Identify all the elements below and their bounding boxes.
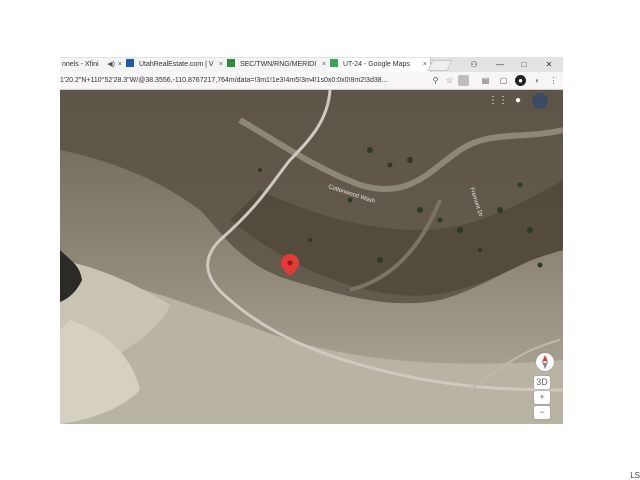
zoom-in-button[interactable]: + [534, 391, 550, 404]
zoom-out-button[interactable]: − [534, 406, 550, 419]
close-icon[interactable]: × [322, 58, 326, 72]
extension-icon[interactable] [458, 75, 469, 86]
tab-label: UtahRealEstate.com | V [138, 61, 214, 68]
notifications-icon[interactable]: ● [512, 95, 524, 107]
close-icon[interactable]: × [423, 58, 427, 72]
tab-label: SEC/TWN/RNG/MERIDI [239, 61, 317, 68]
apps-grid-icon[interactable]: ⋮⋮ [488, 95, 508, 107]
satellite-imagery: Cottonwood Wash Fremont Dr [60, 90, 563, 424]
close-icon[interactable]: × [219, 58, 223, 72]
search-icon[interactable]: ⚲ [430, 75, 441, 86]
tab-sec-twn-rng[interactable]: SEC/TWN/RNG/MERIDI × [225, 58, 330, 72]
window-close-icon[interactable]: ✕ [537, 57, 561, 72]
new-tab-button[interactable] [427, 60, 453, 71]
avatar[interactable] [532, 93, 548, 109]
url-field[interactable]: 1'20.2"N+110°52'28.3"W/@38.3556,-110.876… [60, 74, 430, 87]
tab-google-maps[interactable]: UT-24 - Google Maps × [328, 58, 431, 72]
profile-icon[interactable]: ⚇ [462, 57, 486, 72]
browser-window: nnels - Xfini ◀) × UtahRealEstate.com | … [60, 57, 563, 424]
extension-icon[interactable]: ◐ [532, 75, 543, 86]
tab-xfinity[interactable]: nnels - Xfini ◀) × [60, 58, 126, 72]
utahrealestate-favicon-icon [126, 59, 134, 67]
tab-label: UT-24 - Google Maps [342, 61, 410, 68]
tab-utahrealestate[interactable]: UtahRealEstate.com | V × [124, 58, 227, 72]
maximize-icon[interactable]: □ [512, 57, 536, 72]
satellite-map[interactable]: Cottonwood Wash Fremont Dr ⋮⋮ ● 3D + − [60, 90, 563, 424]
speaker-icon: ◀) [107, 61, 115, 68]
3d-button[interactable]: 3D [534, 376, 550, 389]
tab-label: nnels - Xfini [62, 61, 99, 68]
maps-favicon-icon [227, 59, 235, 67]
close-icon[interactable]: × [118, 58, 122, 72]
tab-bar: nnels - Xfini ◀) × UtahRealEstate.com | … [60, 57, 563, 72]
bookmark-star-icon[interactable]: ☆ [444, 75, 455, 86]
extension-icon[interactable]: ▢ [498, 75, 509, 86]
minimize-icon[interactable]: — [488, 57, 512, 72]
extension-icon[interactable]: ▤ [480, 75, 491, 86]
menu-icon[interactable]: ⋮ [548, 75, 559, 86]
extension-icon[interactable]: ● [515, 75, 526, 86]
address-bar: 1'20.2"N+110°52'28.3"W/@38.3556,-110.876… [60, 72, 563, 90]
compass-icon[interactable] [536, 353, 554, 371]
watermark: LS [630, 471, 640, 480]
maps-favicon-icon [330, 59, 338, 67]
